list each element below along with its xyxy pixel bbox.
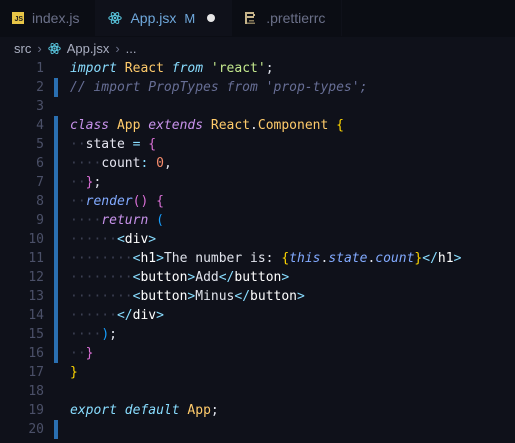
modified-line-marker (54, 306, 58, 325)
breadcrumb-trail[interactable]: ... (126, 41, 137, 56)
line-number: 20 (28, 422, 44, 437)
breadcrumb-folder[interactable]: src (14, 41, 31, 56)
code-line: 6 ····count: 0, (0, 154, 515, 173)
code-line: 11 ········<h1>The number is: {this.stat… (0, 249, 515, 268)
line-number: 10 (28, 232, 44, 247)
line-number: 7 (36, 175, 44, 190)
line-number: 15 (28, 327, 44, 342)
line-number: 14 (28, 308, 44, 323)
modified-line-marker (54, 420, 58, 439)
code-line: 9 ····return ( (0, 211, 515, 230)
tab-app-jsx[interactable]: App.jsx M (96, 0, 233, 36)
code-line: 10 ······<div> (0, 230, 515, 249)
modified-line-marker (54, 344, 58, 363)
js-file-icon: JS (12, 12, 24, 24)
modified-line-marker (54, 211, 58, 230)
prettier-icon (245, 12, 256, 24)
code-line: 12 ········<button>Add</button> (0, 268, 515, 287)
code-line: 15 ····); (0, 325, 515, 344)
line-number: 11 (28, 251, 44, 266)
modified-badge: M (184, 10, 196, 26)
code-line: 16 ··} (0, 344, 515, 363)
tab-index-js[interactable]: JS index.js (0, 0, 97, 36)
code-line: 4 class App extends React.Component { (0, 116, 515, 135)
code-line: 13 ········<button>Minus</button> (0, 287, 515, 306)
modified-line-marker (54, 154, 58, 173)
breadcrumb-file[interactable]: App.jsx (67, 41, 110, 56)
code-line: 3 (0, 97, 515, 116)
code-line: 2 // import PropTypes from 'prop-types'; (0, 78, 515, 97)
line-number: 19 (28, 403, 44, 418)
modified-line-marker (54, 268, 58, 287)
code-line: 14 ······</div> (0, 306, 515, 325)
modified-line-marker (54, 173, 58, 192)
line-number: 1 (36, 61, 44, 76)
react-icon (108, 11, 123, 25)
chevron-right-icon: › (115, 40, 120, 56)
modified-line-marker (54, 135, 58, 154)
line-number: 17 (28, 365, 44, 380)
line-number: 12 (28, 270, 44, 285)
modified-line-marker (54, 116, 58, 135)
line-number: 4 (36, 118, 44, 133)
modified-line-marker (54, 78, 58, 97)
code-line: 18 (0, 382, 515, 401)
code-line: 19 export default App; (0, 401, 515, 420)
line-number: 6 (36, 156, 44, 171)
tab-prettierrc[interactable]: .prettierrc (232, 0, 343, 36)
modified-line-marker (54, 192, 58, 211)
breadcrumb: src › App.jsx › ... (0, 37, 515, 59)
modified-line-marker (54, 325, 58, 344)
line-number: 18 (28, 384, 44, 399)
line-number: 3 (36, 99, 44, 114)
unsaved-dot-icon[interactable] (207, 14, 216, 22)
code-line: 8 ··render() { (0, 192, 515, 211)
line-number: 8 (36, 194, 44, 209)
chevron-right-icon: › (37, 40, 42, 56)
modified-line-marker (54, 249, 58, 268)
code-line: 20 (0, 420, 515, 439)
react-icon (47, 42, 61, 54)
line-number: 5 (36, 137, 44, 152)
code-editor[interactable]: 1 import React from 'react'; 2 // import… (0, 59, 515, 439)
tab-label: App.jsx (130, 10, 177, 26)
line-number: 2 (36, 80, 44, 95)
tab-label: index.js (32, 10, 80, 26)
modified-line-marker (54, 287, 58, 306)
modified-line-marker (54, 230, 58, 249)
code-line: 17 } (0, 363, 515, 382)
editor-tab-bar: JS index.js App.jsx M .prettierrc (0, 0, 515, 37)
line-number: 13 (28, 289, 44, 304)
code-line: 7 ··}; (0, 173, 515, 192)
code-line: 5 ··state = { (0, 135, 515, 154)
line-number: 9 (36, 213, 44, 228)
line-number: 16 (28, 346, 44, 361)
tab-label: .prettierrc (266, 10, 326, 26)
code-line: 1 import React from 'react'; (0, 59, 515, 78)
